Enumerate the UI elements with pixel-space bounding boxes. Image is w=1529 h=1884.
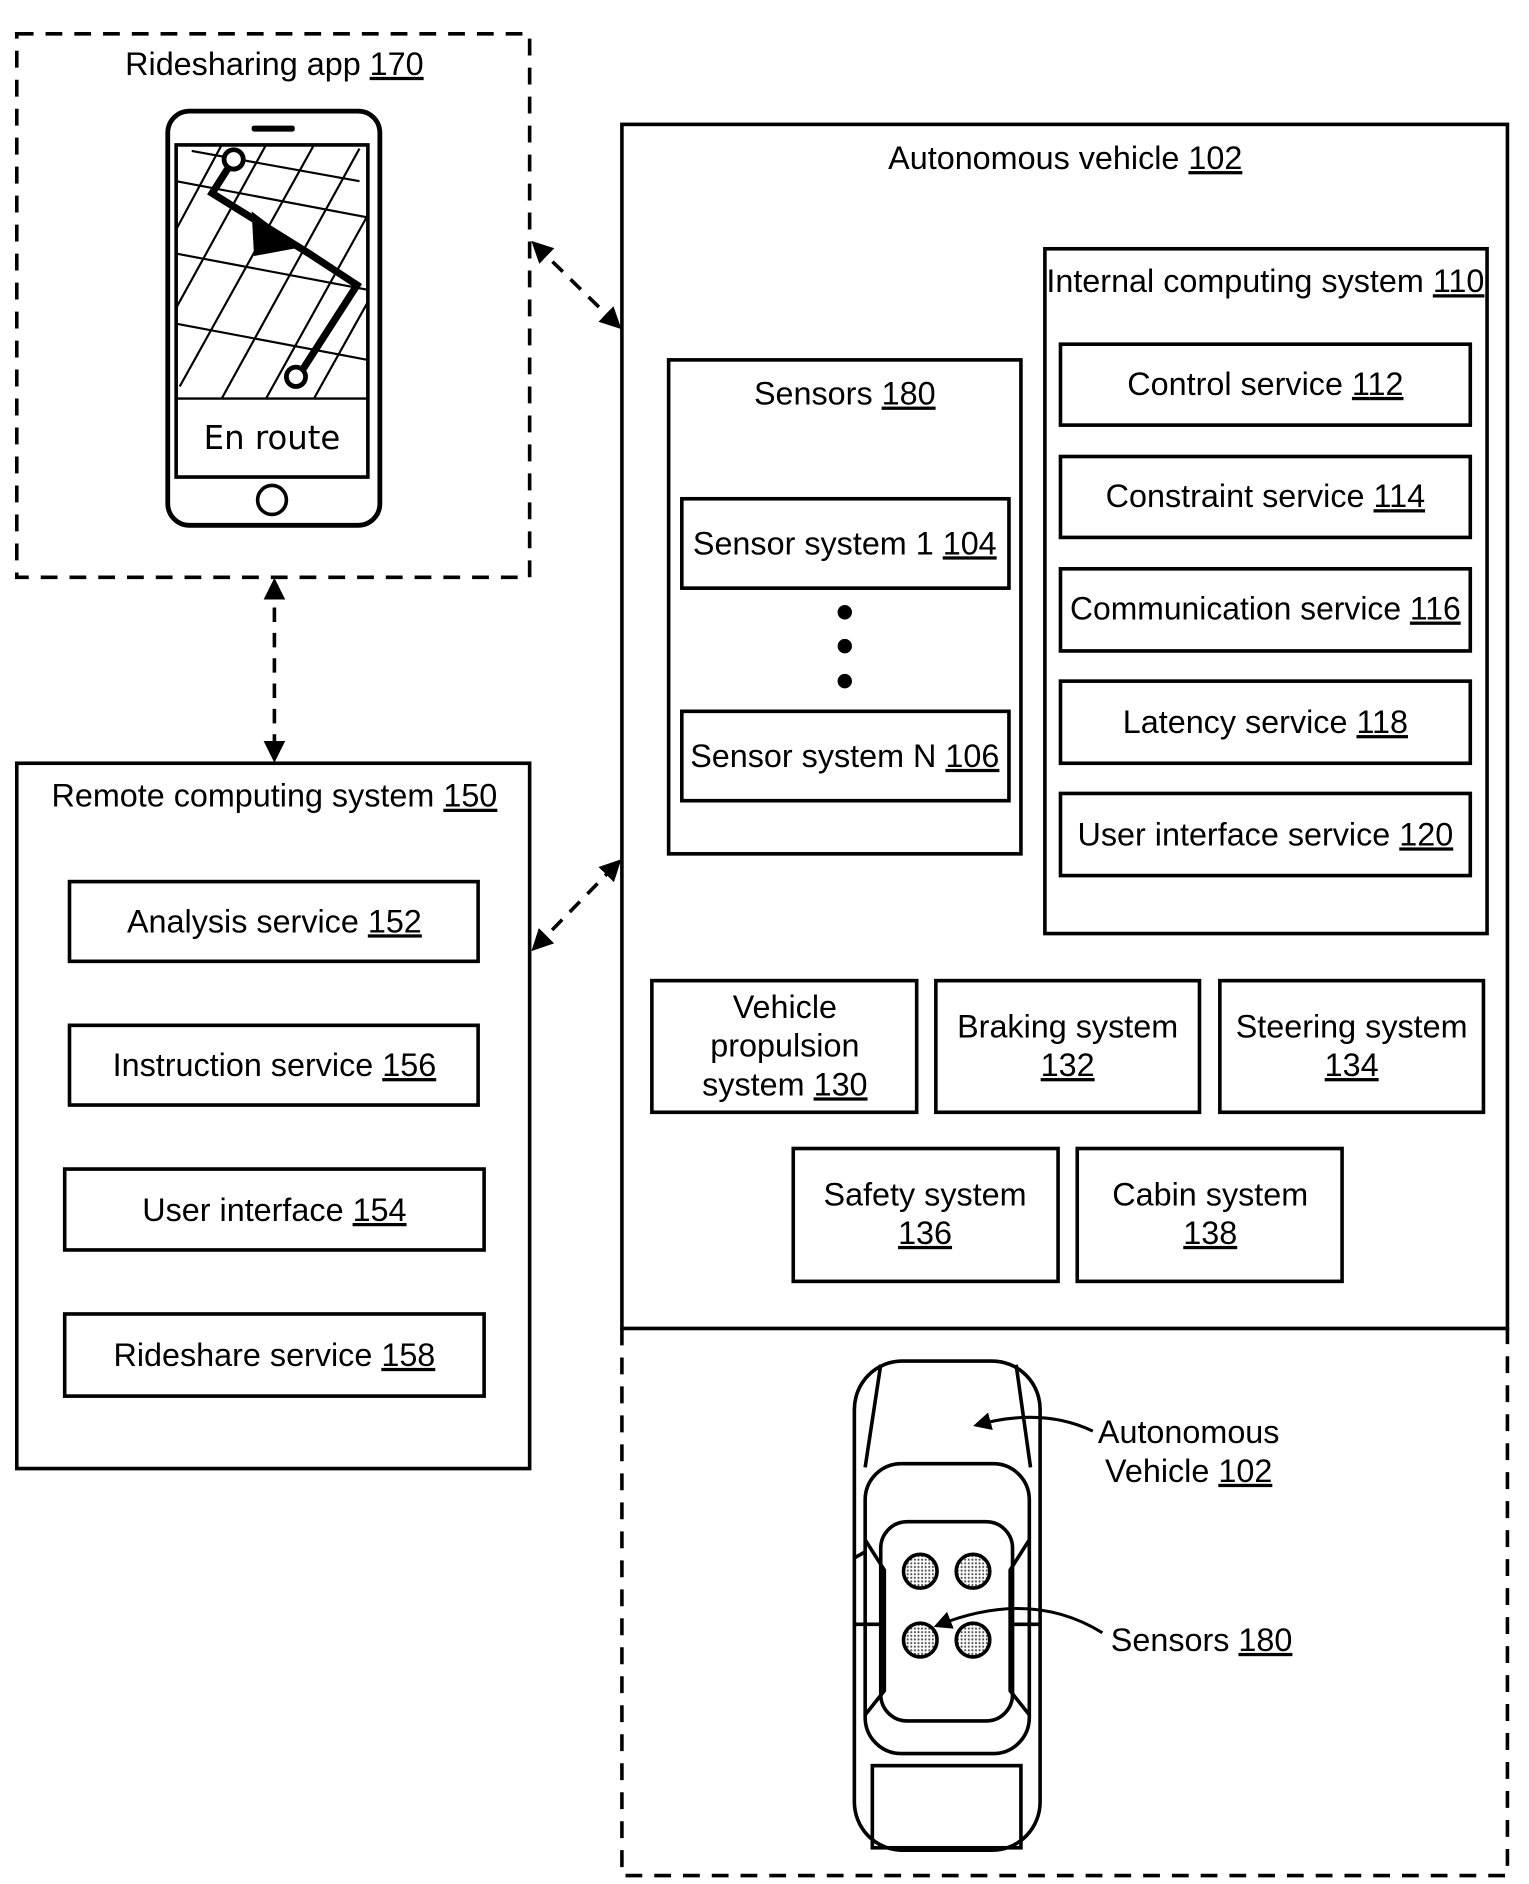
phone-icon: En route — [165, 108, 383, 528]
cabin-system-box: Cabin system 138 — [1075, 1146, 1344, 1284]
sensor-icon — [954, 1552, 992, 1590]
svg-text:Control service 112: Control service 112 — [1127, 366, 1403, 402]
svg-text:Steering system: Steering system — [1236, 1008, 1468, 1044]
svg-text:system 130: system 130 — [702, 1066, 867, 1102]
svg-text:132: 132 — [1041, 1047, 1095, 1083]
svg-text:Braking system: Braking system — [957, 1008, 1178, 1044]
braking-system-box: Braking system 132 — [934, 978, 1202, 1115]
diagram: Ridesharing app 170 En route Remote comp… — [0, 0, 1529, 1884]
svg-text:Rideshare service 158: Rideshare service 158 — [113, 1337, 435, 1373]
instruction-service-box: Instruction service 156 — [67, 1023, 480, 1107]
app-av-connector — [531, 240, 622, 330]
svg-text:Sensors 180: Sensors 180 — [754, 375, 936, 411]
svg-text:User interface 154: User interface 154 — [142, 1192, 406, 1228]
svg-text:propulsion: propulsion — [710, 1028, 859, 1064]
rideshare-service-box: Rideshare service 158 — [62, 1312, 486, 1398]
user-interface-box: User interface 154 — [62, 1167, 486, 1252]
internal-computing-system: Internal computing system 110 Control se… — [1043, 246, 1489, 936]
ellipsis-dot — [837, 638, 852, 654]
svg-text:Cabin system: Cabin system — [1112, 1176, 1308, 1212]
svg-text:Safety system: Safety system — [824, 1176, 1027, 1212]
svg-text:Analysis service 152: Analysis service 152 — [127, 903, 422, 939]
remote-title: Remote computing system 150 — [51, 778, 497, 814]
car-sensors-label: Sensors 180 — [1111, 1622, 1293, 1658]
car-top-view-icon — [852, 1359, 1042, 1852]
svg-text:Latency service 118: Latency service 118 — [1123, 704, 1408, 740]
autonomous-vehicle-system: Autonomous vehicle 102 Sensors 180 Senso… — [620, 122, 1510, 1878]
svg-text:134: 134 — [1325, 1047, 1379, 1083]
steering-system-box: Steering system 134 — [1218, 978, 1486, 1115]
svg-text:136: 136 — [898, 1215, 952, 1251]
svg-text:Instruction service 156: Instruction service 156 — [113, 1047, 437, 1083]
svg-text:Vehicle 102: Vehicle 102 — [1105, 1453, 1272, 1489]
safety-system-box: Safety system 136 — [791, 1146, 1060, 1284]
svg-text:138: 138 — [1183, 1215, 1237, 1251]
ridesharing-app-group: Ridesharing app 170 En route — [14, 32, 532, 580]
sensors-box: Sensors 180 Sensor system 1 104 Sensor s… — [666, 358, 1023, 856]
constraint-service-box: Constraint service 114 — [1058, 454, 1473, 540]
svg-text:Internal computing system 110: Internal computing system 110 — [1046, 263, 1484, 299]
car-vehicle-label: Autonomous — [1098, 1414, 1280, 1450]
svg-text:Vehicle: Vehicle — [733, 989, 837, 1025]
av-title: Autonomous vehicle 102 — [888, 140, 1242, 176]
system-diagram: Ridesharing app 170 En route Remote comp… — [14, 32, 1510, 1878]
analysis-service-box: Analysis service 152 — [67, 879, 480, 964]
ellipsis-dot — [837, 605, 852, 620]
ellipsis-dot — [837, 673, 852, 689]
phone-status-text: En route — [204, 419, 341, 457]
sensor-icon — [901, 1552, 939, 1590]
svg-text:Constraint service 114: Constraint service 114 — [1106, 478, 1425, 514]
remote-av-connector — [531, 859, 622, 952]
home-button-icon — [255, 483, 289, 517]
vehicle-propulsion-system-box: Vehicle propulsion system 130 — [650, 978, 919, 1115]
user-interface-service-box: User interface service 120 — [1058, 791, 1473, 878]
sensor-icon — [901, 1621, 939, 1659]
ridesharing-app-title: Ridesharing app 170 — [125, 46, 423, 82]
sensor-system-n-box: Sensor system N 106 — [680, 709, 1011, 803]
remote-computing-system: Remote computing system 150 Analysis ser… — [14, 761, 532, 1471]
vehicle-lower-boundary — [620, 1328, 1510, 1878]
svg-text:Communication service 116: Communication service 116 — [1070, 590, 1461, 626]
control-service-box: Control service 112 — [1058, 342, 1473, 427]
sensor-system-1-box: Sensor system 1 104 — [680, 496, 1011, 590]
communication-service-box: Communication service 116 — [1058, 567, 1473, 653]
latency-service-box: Latency service 118 — [1058, 679, 1473, 766]
svg-text:User interface service 120: User interface service 120 — [1078, 816, 1454, 852]
svg-text:Sensor system N 106: Sensor system N 106 — [690, 738, 999, 774]
svg-text:Sensor system 1 104: Sensor system 1 104 — [693, 525, 997, 561]
sensor-icon — [954, 1621, 992, 1659]
